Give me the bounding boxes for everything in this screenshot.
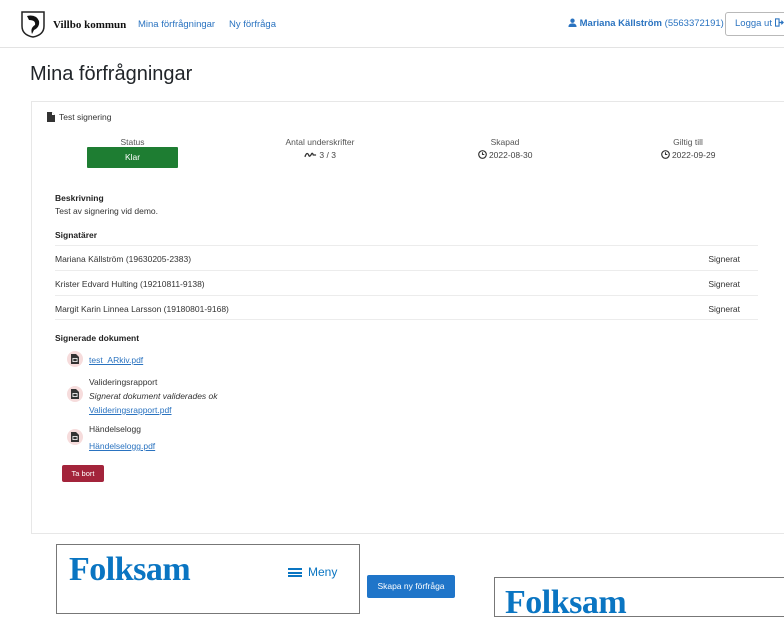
description-heading: Beskrivning <box>55 193 104 203</box>
nav-new-request[interactable]: Ny förfråga <box>229 19 276 30</box>
pdf-file-icon <box>67 386 83 402</box>
status-label: Status <box>120 137 145 147</box>
page-title: Mina förfrågningar <box>30 63 193 85</box>
valid-until-value: 2022-09-29 <box>638 150 738 160</box>
validation-report-link[interactable]: Valideringsrapport.pdf <box>89 405 172 415</box>
request-title-text: Test signering <box>59 112 112 122</box>
sign-out-icon <box>774 18 784 27</box>
pdf-file-icon <box>67 429 83 445</box>
signature-icon <box>304 152 317 158</box>
logout-button[interactable]: Logga ut <box>725 12 784 36</box>
signatures-value: 3 / 3 <box>265 150 375 160</box>
menu-label: Meny <box>308 565 338 579</box>
menu-button[interactable]: Meny <box>288 565 337 579</box>
signer-status: Signerat <box>708 279 740 289</box>
signatures-count: 3 / 3 <box>319 150 336 160</box>
user-name: Mariana Källström <box>579 18 663 29</box>
logout-label: Logga ut <box>735 18 772 29</box>
user-icon <box>568 18 577 27</box>
user-info[interactable]: Mariana Källström (5563372191) <box>568 18 724 29</box>
clock-icon <box>477 150 487 159</box>
valid-until-label: Giltig till <box>673 137 703 147</box>
event-log-label: Händelselogg <box>89 424 141 434</box>
folksam-banner-2[interactable]: Folksam <box>494 577 784 617</box>
signers-heading: Signatärer <box>55 230 98 240</box>
create-request-button[interactable]: Skapa ny förfråga <box>367 575 455 598</box>
file-icon <box>47 112 55 122</box>
signed-documents-heading: Signerade dokument <box>55 333 140 343</box>
signatures-label: Antal underskrifter <box>285 137 355 147</box>
created-label: Skapad <box>490 137 520 147</box>
signer-status: Signerat <box>708 254 740 264</box>
delete-button[interactable]: Ta bort <box>62 465 104 482</box>
valid-until-date: 2022-09-29 <box>671 150 716 160</box>
validation-note: Signerat dokument validerades ok <box>89 391 218 401</box>
signer-status: Signerat <box>708 304 740 314</box>
signer-name: Krister Edvard Hulting (19210811-9138) <box>55 279 205 289</box>
created-date: 2022-08-30 <box>488 150 533 160</box>
municipal-logo-icon[interactable] <box>20 10 46 38</box>
brand-name[interactable]: Villbo kommun <box>53 19 126 31</box>
folksam-logo: Folksam <box>505 584 627 617</box>
main-document-link[interactable]: test_ARkiv.pdf <box>89 355 143 365</box>
status-badge: Klar <box>87 147 178 168</box>
signer-row: Mariana Källström (19630205-2383) Signer… <box>55 245 758 269</box>
description-text: Test av signering vid demo. <box>55 206 158 216</box>
created-value: 2022-08-30 <box>455 150 555 160</box>
request-title: Test signering <box>47 112 111 122</box>
signer-row: Margit Karin Linnea Larsson (19180801-91… <box>55 295 758 320</box>
hamburger-icon <box>288 568 302 577</box>
signer-name: Margit Karin Linnea Larsson (19180801-91… <box>55 304 229 314</box>
clock-icon <box>660 150 670 159</box>
validation-report-label: Valideringsrapport <box>89 377 158 387</box>
signer-row: Krister Edvard Hulting (19210811-9138) S… <box>55 270 758 294</box>
signer-name: Mariana Källström (19630205-2383) <box>55 254 192 264</box>
user-id: (5563372191) <box>664 18 724 29</box>
folksam-logo: Folksam <box>69 551 191 588</box>
folksam-banner[interactable]: Folksam Meny <box>56 544 360 614</box>
event-log-link[interactable]: Händelselogg.pdf <box>89 441 155 451</box>
pdf-file-icon <box>67 351 83 367</box>
nav-my-requests[interactable]: Mina förfrågningar <box>138 19 215 30</box>
top-navbar: Villbo kommun Mina förfrågningar Ny förf… <box>0 0 784 48</box>
